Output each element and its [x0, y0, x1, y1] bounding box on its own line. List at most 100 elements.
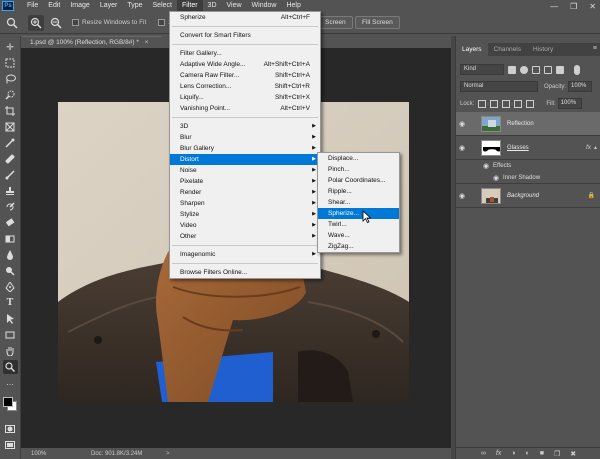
status-menu-arrow[interactable]: > [166, 449, 170, 459]
menu-layer[interactable]: Layer [95, 0, 123, 12]
quick-mask-icon[interactable] [3, 422, 18, 436]
menu-item-blur[interactable]: Blur ▶ [170, 132, 320, 143]
clone-stamp-tool-icon[interactable] [3, 184, 18, 198]
marquee-tool-icon[interactable] [3, 56, 18, 70]
visibility-eye-icon[interactable]: ◉ [459, 144, 469, 152]
menu-type[interactable]: Type [122, 0, 147, 12]
menu-item-camera-raw[interactable]: Camera Raw Filter... Shift+Ctrl+A [170, 70, 320, 81]
add-mask-icon[interactable]: ◑ [511, 450, 515, 457]
menu-item-pixelate[interactable]: Pixelate ▶ [170, 176, 320, 187]
menu-item-adaptive-wide-angle[interactable]: Adaptive Wide Angle... Alt+Shift+Ctrl+A [170, 59, 320, 70]
menu-item-other[interactable]: Other ▶ [170, 231, 320, 242]
delete-layer-icon[interactable]: ✖ [570, 450, 576, 458]
fill-screen-button[interactable]: Fill Screen [355, 16, 400, 29]
submenu-item-spherize[interactable]: Spherize... [318, 208, 399, 219]
blend-mode-select[interactable]: Normal [460, 81, 538, 92]
submenu-item-wave[interactable]: Wave... [318, 230, 399, 241]
more-tools-icon[interactable]: … [3, 376, 18, 390]
inner-shadow-visibility-icon[interactable]: ◉ [493, 174, 503, 182]
inner-shadow-row[interactable]: ◉ Inner Shadow [456, 172, 600, 184]
rectangle-tool-icon[interactable] [3, 328, 18, 342]
layer-row-reflection[interactable]: ◉ Reflection [456, 112, 600, 136]
maximize-button[interactable]: ❐ [570, 2, 577, 11]
visibility-eye-icon[interactable]: ◉ [459, 120, 469, 128]
layer-row-background[interactable]: ◉ Background 🔒 [456, 184, 600, 208]
menu-item-imagenomic[interactable]: Imagenomic ▶ [170, 249, 320, 260]
move-tool-icon[interactable]: ✛ [3, 40, 18, 54]
healing-brush-tool-icon[interactable] [3, 152, 18, 166]
new-adjustment-layer-icon[interactable]: ◐ [526, 450, 530, 457]
menu-item-filter-gallery[interactable]: Filter Gallery... [170, 48, 320, 59]
close-window-button[interactable]: ✕ [589, 2, 596, 11]
gradient-tool-icon[interactable] [3, 232, 18, 246]
panel-menu-icon[interactable]: ≡ [593, 45, 597, 52]
tab-channels[interactable]: Channels [488, 43, 527, 56]
layer-name[interactable]: Reflection [507, 121, 534, 127]
menu-item-sharpen[interactable]: Sharpen ▶ [170, 198, 320, 209]
zoom-tool-icon[interactable] [2, 360, 18, 374]
zoom-out-icon[interactable] [48, 15, 64, 31]
submenu-item-pinch[interactable]: Pinch... [318, 164, 399, 175]
submenu-item-polar-coordinates[interactable]: Polar Coordinates... [318, 175, 399, 186]
zoom-level[interactable]: 100% [31, 449, 46, 459]
submenu-item-ripple[interactable]: Ripple... [318, 186, 399, 197]
quick-select-tool-icon[interactable] [3, 88, 18, 102]
zoom-tool-preset-icon[interactable] [4, 15, 20, 31]
shape-filter-icon[interactable] [544, 65, 552, 74]
filter-toggle-icon[interactable] [574, 64, 580, 75]
menu-item-blur-gallery[interactable]: Blur Gallery ▶ [170, 143, 320, 154]
submenu-item-zigzag[interactable]: ZigZag... [318, 241, 399, 252]
lock-pixels-icon[interactable] [490, 99, 499, 108]
eraser-tool-icon[interactable] [3, 216, 18, 230]
color-swatches[interactable] [2, 396, 18, 412]
dodge-tool-icon[interactable] [3, 264, 18, 278]
menu-item-stylize[interactable]: Stylize ▶ [170, 209, 320, 220]
history-brush-tool-icon[interactable] [3, 200, 18, 214]
layer-effects-icon[interactable]: fx [586, 144, 591, 151]
menu-image[interactable]: Image [65, 0, 94, 12]
eyedropper-tool-icon[interactable] [3, 136, 18, 150]
menu-edit[interactable]: Edit [43, 0, 65, 12]
layer-name[interactable]: Background [507, 193, 539, 199]
lock-transparent-icon[interactable] [478, 99, 487, 108]
frame-tool-icon[interactable] [3, 120, 18, 134]
lock-artboard-icon[interactable] [514, 99, 523, 108]
add-layer-style-icon[interactable]: fx [496, 450, 501, 457]
crop-tool-icon[interactable] [3, 104, 18, 118]
link-layers-icon[interactable]: ∞ [481, 450, 486, 457]
submenu-item-shear[interactable]: Shear... [318, 197, 399, 208]
menu-item-video[interactable]: Video ▶ [170, 220, 320, 231]
layer-row-glasses[interactable]: ◉ Glasses fx ▲ [456, 136, 600, 160]
effects-visibility-icon[interactable]: ◉ [483, 162, 493, 170]
opacity-input[interactable]: 100% [568, 81, 593, 92]
menu-item-render[interactable]: Render ▶ [170, 187, 320, 198]
tab-layers[interactable]: Layers [456, 43, 488, 56]
document-tab[interactable]: 1.psd @ 100% (Reflection, RGB/8#) * × [22, 36, 162, 48]
tab-history[interactable]: History [527, 43, 559, 56]
expand-effects-icon[interactable]: ▲ [593, 145, 598, 151]
menu-item-3d[interactable]: 3D ▶ [170, 121, 320, 132]
menu-item-spherize-last[interactable]: Spherize Alt+Ctrl+F [170, 12, 320, 23]
lock-all-icon[interactable] [526, 99, 535, 108]
menu-item-noise[interactable]: Noise ▶ [170, 165, 320, 176]
lock-position-icon[interactable] [502, 99, 511, 108]
path-selection-tool-icon[interactable] [3, 312, 18, 326]
lasso-tool-icon[interactable] [3, 72, 18, 86]
zoom-in-icon[interactable] [28, 14, 44, 31]
menu-item-browse-filters-online[interactable]: Browse Filters Online... [170, 267, 320, 278]
brush-tool-icon[interactable] [3, 168, 18, 182]
new-layer-icon[interactable]: ❐ [554, 450, 560, 458]
menu-file[interactable]: File [22, 0, 43, 12]
submenu-item-displace[interactable]: Displace... [318, 153, 399, 164]
close-document-icon[interactable]: × [145, 39, 149, 46]
menu-item-lens-correction[interactable]: Lens Correction... Shift+Ctrl+R [170, 81, 320, 92]
minimize-button[interactable]: — [550, 2, 558, 11]
pen-tool-icon[interactable] [3, 280, 18, 294]
resize-windows-checkbox[interactable]: Resize Windows to Fit [72, 19, 146, 26]
kind-filter-select[interactable]: Kind [460, 64, 504, 75]
type-filter-icon[interactable] [532, 65, 540, 74]
fill-input[interactable]: 100% [557, 98, 582, 109]
hand-tool-icon[interactable] [3, 344, 18, 358]
visibility-eye-icon[interactable]: ◉ [459, 192, 469, 200]
menu-item-liquify[interactable]: Liquify... Shift+Ctrl+X [170, 92, 320, 103]
